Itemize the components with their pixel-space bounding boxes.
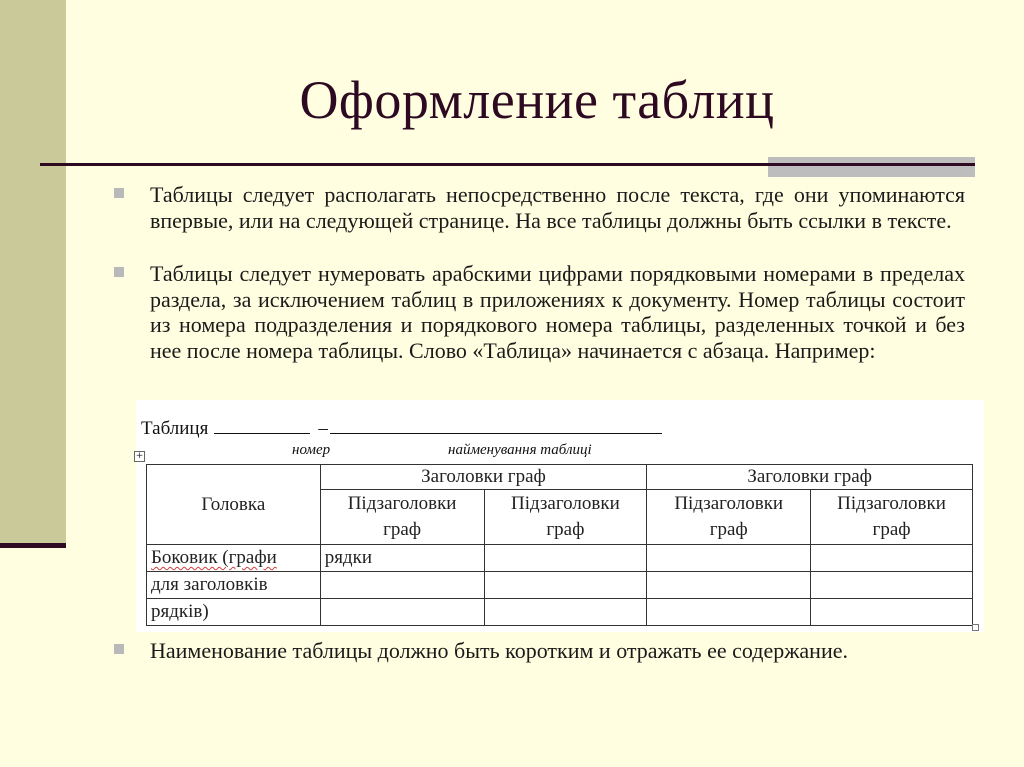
square-bullet-icon (114, 644, 124, 654)
sub-header: Підзаголовки граф (319, 489, 485, 545)
hint-number: номер (292, 442, 331, 458)
bullet-text-placement: Таблицы следует располагать непосредстве… (150, 182, 965, 233)
bullet-text-numbering: Таблицы следует нумеровать арабскими циф… (150, 261, 965, 363)
number-blank (214, 419, 311, 434)
hint-table-name: найменування таблиці (448, 442, 592, 458)
data-cell (646, 544, 812, 572)
data-cell (810, 571, 973, 599)
stub-cell: Боковик (графи (146, 544, 321, 572)
square-bullet-icon (114, 188, 124, 198)
table-resize-handle-icon (972, 624, 979, 631)
sub-header: Підзаголовки граф (483, 489, 648, 545)
table-move-handle-icon: + (134, 451, 145, 462)
group-header: Заголовки граф (646, 464, 973, 490)
data-cell: рядки (319, 544, 485, 572)
example-caption: Таблиця – (141, 418, 662, 440)
data-cell (483, 571, 648, 599)
caption-label: Таблиця (141, 418, 209, 439)
stub-line: Боковик (графи (151, 547, 277, 568)
title-rule-accent-line (768, 163, 975, 166)
data-cell (646, 571, 812, 599)
data-cell (810, 598, 973, 626)
square-bullet-icon (114, 267, 124, 277)
name-blank (329, 419, 662, 434)
example-table: Головка Заголовки граф Заголовки граф Пі… (146, 464, 973, 626)
data-cell (319, 598, 485, 626)
slide-title: Оформление таблиц (299, 70, 775, 130)
example-table-image: Таблиця – номер найменування таблиці + Го… (134, 400, 984, 632)
table-row: Боковик (графи рядки (146, 544, 973, 572)
stub-cell: рядків) (146, 598, 321, 626)
data-cell (810, 544, 973, 572)
data-cell (319, 571, 485, 599)
sub-header: Підзаголовки граф (810, 489, 973, 545)
table-row: для заголовків (146, 571, 973, 599)
stub-cell: для заголовків (146, 571, 321, 599)
sidebar-underline (0, 543, 66, 548)
sub-header: Підзаголовки граф (646, 489, 812, 545)
title-rule-accent (768, 157, 975, 177)
head-cell: Головка (146, 464, 321, 545)
bullet-text-naming: Наименование таблицы должно быть коротки… (150, 638, 848, 663)
data-cell (483, 598, 648, 626)
table-header-row: Головка Заголовки граф Заголовки граф (146, 464, 973, 545)
data-cell (483, 544, 648, 572)
data-cell (646, 598, 812, 626)
caption-dash: – (318, 418, 328, 439)
group-header: Заголовки граф (319, 464, 648, 490)
table-row: рядків) (146, 598, 973, 626)
